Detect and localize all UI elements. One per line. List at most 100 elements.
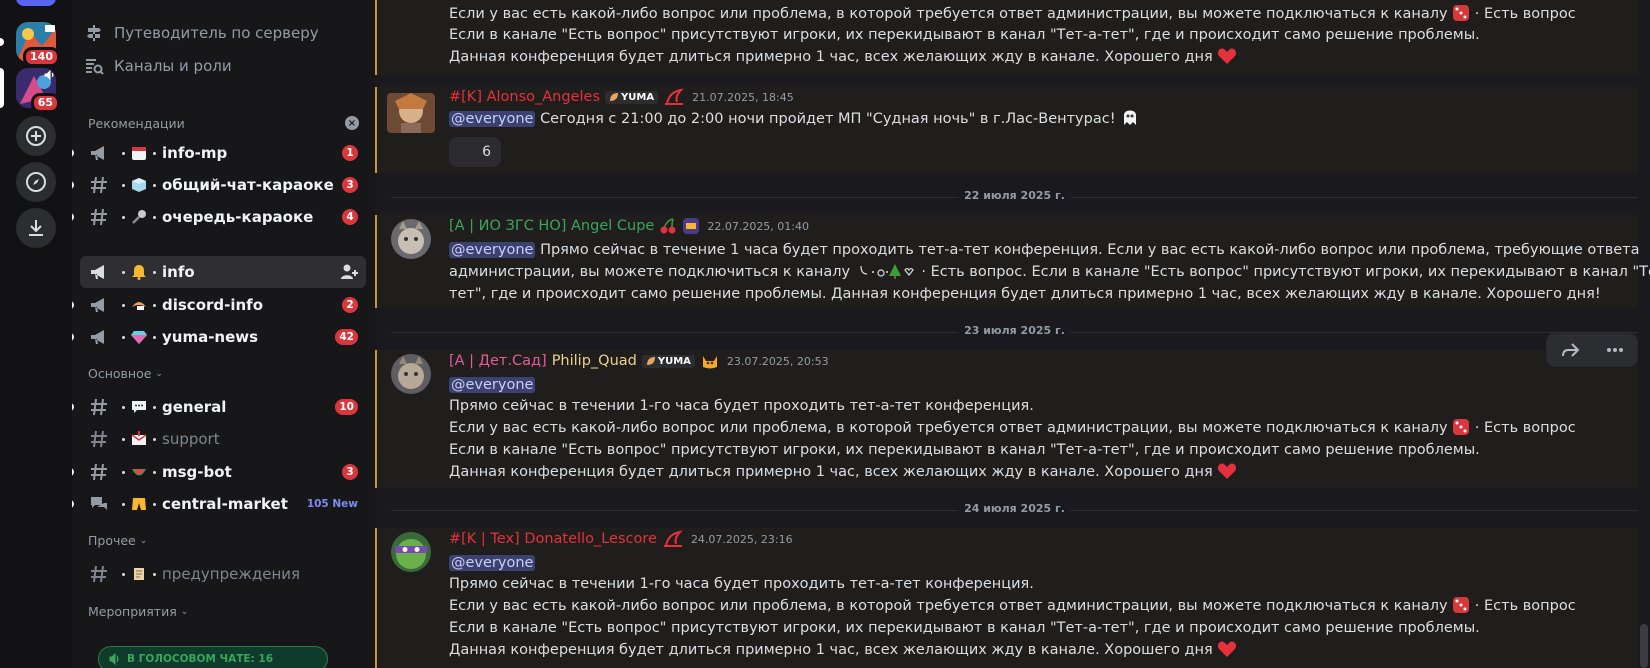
message[interactable]: #[K] Alonso_Angeles YUMA 21.07.2025, 18:…	[375, 87, 1638, 173]
shorts-icon	[131, 496, 147, 512]
author-name[interactable]: [A | ИО ЗГС НО] Angel Cupe	[449, 218, 654, 234]
server-icon-1[interactable]: 140	[0, 22, 60, 67]
author-name[interactable]: #[K | Tex] Donatello_Lescore	[449, 531, 657, 547]
author-prefix[interactable]: [A | Дет.Сад]	[449, 353, 547, 369]
avatar[interactable]	[391, 219, 431, 259]
server-guide-link[interactable]: Путеводитель по серверу	[84, 17, 319, 49]
message-line: Если в канале "Есть вопрос" присутствуют…	[449, 442, 1480, 458]
message[interactable]: #[K | Tex] Donatello_Lescore 24.07.2025,…	[375, 528, 1638, 668]
date-label: 24 июля 2025 г.	[958, 502, 1071, 515]
category-label: Мероприятия	[88, 604, 177, 619]
compass-icon	[26, 172, 46, 192]
message-line: Если у вас есть какой-либо вопрос или пр…	[449, 419, 1576, 436]
channel-support[interactable]: support	[80, 423, 366, 455]
mention[interactable]: @everyone	[449, 242, 536, 258]
server-rail: 140 65	[0, 0, 72, 668]
channel-label: central-market	[162, 495, 288, 513]
guild-tag[interactable]: YUMA	[641, 354, 695, 368]
guild-tag[interactable]: YUMA	[605, 90, 659, 104]
channel-link[interactable]: Есть вопрос	[1484, 420, 1576, 436]
unread-indicator	[72, 333, 74, 341]
hashtag-icon	[88, 396, 110, 418]
channel-label: очередь-караоке	[162, 208, 314, 226]
add-server-button[interactable]	[16, 116, 56, 156]
channel-info[interactable]: info	[80, 256, 366, 288]
mention-count: 65	[30, 93, 60, 113]
category-label: Рекомендации	[88, 116, 185, 131]
scrollbar-thumb[interactable]	[1640, 624, 1648, 668]
channel-discord-info[interactable]: discord-info 2	[72, 289, 366, 321]
message-text: Если у вас есть какой-либо вопрос или пр…	[449, 420, 1448, 436]
category-recommendations[interactable]: Рекомендации	[88, 116, 185, 131]
message-line: Если у вас есть какой-либо вопрос или пр…	[449, 597, 1576, 614]
channel-link[interactable]: Есть вопрос	[1484, 598, 1576, 614]
unread-indicator	[72, 301, 74, 309]
message-text: Сегодня с 21:00 до 2:00 ночи пройдет МП …	[540, 111, 1116, 127]
forward-icon[interactable]	[1560, 340, 1580, 360]
dice-icon	[1453, 597, 1470, 613]
dismiss-recommendations-button[interactable]: ×	[345, 116, 359, 130]
category-label: Основное	[88, 366, 152, 381]
message-line: Данная конференция будет длиться примерн…	[449, 46, 1237, 68]
envelope-icon	[131, 431, 147, 447]
separator-dot	[122, 335, 125, 339]
mention[interactable]: @everyone	[449, 555, 536, 571]
channels-roles-label: Каналы и роли	[114, 57, 232, 75]
date-label: 23 июля 2025 г.	[958, 324, 1071, 337]
channel-link[interactable]: Есть вопрос	[1484, 6, 1576, 22]
discover-button[interactable]	[16, 162, 56, 202]
hashtag-icon	[88, 563, 110, 585]
message[interactable]: [A | Дет.Сад] Philip_Quad YUMA 23.07.202…	[375, 350, 1638, 488]
mention[interactable]: @everyone	[449, 111, 536, 127]
message-text: Есть вопрос. Если в канале "Есть вопрос"…	[930, 264, 1650, 280]
invite-member-icon[interactable]	[340, 263, 358, 281]
separator-dot	[153, 572, 156, 576]
microphone-icon	[131, 209, 147, 225]
voice-activity-bar[interactable]: В ГОЛОСОВОМ ЧАТЕ: 16	[98, 646, 328, 668]
channel-label: discord-info	[162, 296, 264, 314]
speaker-icon	[109, 653, 119, 665]
channels-roles-link[interactable]: Каналы и роли	[84, 50, 232, 82]
message[interactable]: [A | ИО ЗГС НО] Angel Cupe 22.07.2025, 0…	[375, 215, 1650, 308]
avatar[interactable]	[387, 93, 435, 133]
channel-karaoke-queue[interactable]: очередь-караоке 4	[72, 201, 366, 233]
category-label: Прочее	[88, 533, 136, 548]
timestamp: 21.07.2025, 18:45	[692, 90, 794, 104]
server-icon-2[interactable]: 65	[0, 68, 60, 113]
channel-central-market[interactable]: central-market 105 New	[72, 488, 366, 520]
channel-warnings[interactable]: предупреждения	[80, 558, 366, 590]
home-button[interactable]	[16, 0, 56, 6]
category-main[interactable]: Основное ⌄	[88, 366, 163, 381]
channel-info-mp[interactable]: info-mp 1	[72, 137, 366, 169]
channel-yuma-news[interactable]: yuma-news 42	[72, 321, 366, 353]
unread-indicator	[72, 149, 74, 157]
author-name[interactable]: #[K] Alonso_Angeles	[449, 89, 600, 105]
channel-general[interactable]: general 10	[72, 391, 366, 423]
message-text: Данная конференция будет длиться примерн…	[449, 642, 1213, 658]
unread-indicator	[72, 213, 74, 221]
mention-badge: 2	[342, 297, 358, 313]
avatar[interactable]	[391, 354, 431, 394]
channel-general-karaoke[interactable]: общий-чат-караоке 3	[72, 169, 366, 201]
message-text: Прямо сейчас в течение 1 часа будет прох…	[540, 242, 1640, 258]
decorated-channel-icon	[860, 264, 914, 279]
reaction-button[interactable]: 6	[449, 137, 501, 167]
heart-icon	[1218, 641, 1237, 657]
more-options-icon[interactable]	[1605, 340, 1625, 360]
category-events[interactable]: Мероприятия ⌄	[88, 604, 188, 619]
author-name[interactable]: Philip_Quad	[552, 353, 637, 369]
dice-icon	[1453, 419, 1470, 435]
separator-dot	[122, 470, 125, 474]
separator-dot	[153, 502, 156, 506]
message-line: @everyone Сегодня с 21:00 до 2:00 ночи п…	[449, 107, 1140, 130]
mention[interactable]: @everyone	[449, 377, 536, 393]
message[interactable]: Если у вас есть какой-либо вопрос или пр…	[375, 0, 1638, 75]
sail-badge-icon	[663, 530, 683, 547]
download-apps-button[interactable]	[16, 208, 56, 248]
channel-msg-bot[interactable]: msg-bot 3	[72, 456, 366, 488]
announcement-icon	[88, 326, 110, 348]
avatar[interactable]	[391, 532, 431, 572]
category-other[interactable]: Прочее ⌄	[88, 533, 147, 548]
hashtag-icon	[88, 206, 110, 228]
speech-bubble-icon	[131, 399, 147, 415]
